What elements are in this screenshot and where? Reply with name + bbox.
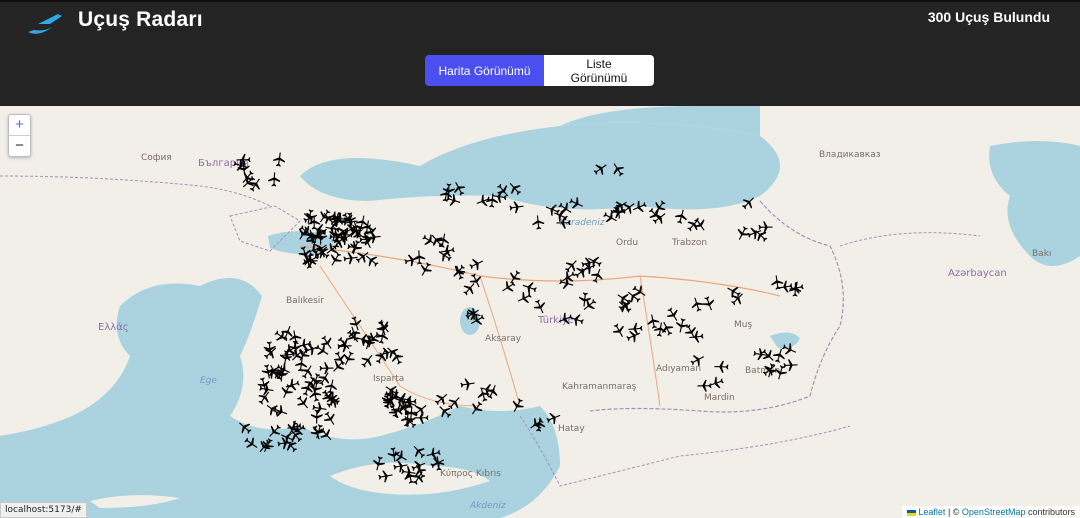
- airplane-icon[interactable]: [650, 320, 671, 341]
- view-toggle: Harita Görünümü Liste Görünümü: [425, 55, 654, 86]
- airplane-icon[interactable]: [786, 281, 805, 300]
- airplane-icon[interactable]: [685, 348, 709, 372]
- airplane-icon[interactable]: [767, 273, 787, 293]
- airplane-icon[interactable]: [432, 230, 453, 251]
- airplane-icon[interactable]: [735, 190, 760, 215]
- plane-swoosh-icon: [28, 14, 62, 34]
- list-view-button[interactable]: Liste Görünümü: [544, 55, 654, 86]
- airplane-icon[interactable]: [265, 171, 284, 190]
- airplane-icon[interactable]: [274, 433, 294, 453]
- leaflet-link[interactable]: Leaflet: [918, 507, 945, 517]
- zoom-control: + −: [8, 114, 31, 157]
- airplane-icon[interactable]: [506, 393, 530, 417]
- osm-link[interactable]: OpenStreetMap: [962, 507, 1026, 517]
- airplane-icon[interactable]: [234, 158, 255, 179]
- map-view-button[interactable]: Harita Görünümü: [425, 55, 544, 86]
- airplane-icon[interactable]: [457, 374, 478, 395]
- attribution-separator: | ©: [945, 507, 962, 517]
- app-header: Uçuş Radarı 300 Uçuş Bulundu Harita Görü…: [0, 0, 1080, 106]
- airplane-icon[interactable]: [750, 344, 770, 364]
- flight-markers: [0, 106, 1080, 518]
- attribution-suffix: contributors: [1025, 507, 1075, 517]
- zoom-in-button[interactable]: +: [9, 115, 30, 136]
- flight-count: 300 Uçuş Bulundu: [927, 9, 1050, 25]
- airplane-icon[interactable]: [687, 327, 707, 347]
- status-bar-url: localhost:5173/#: [0, 502, 87, 518]
- flight-map[interactable]: Türkiye Karadeniz Akdeniz Ege Κύπρος Kıb…: [0, 106, 1080, 518]
- app-title: Uçuş Radarı: [78, 8, 203, 31]
- map-attribution: Leaflet | © OpenStreetMap contributors: [902, 506, 1080, 518]
- airplane-icon[interactable]: [506, 197, 526, 217]
- airplane-icon[interactable]: [384, 444, 404, 464]
- airplane-icon[interactable]: [555, 214, 573, 232]
- airplane-icon[interactable]: [269, 150, 289, 170]
- airplane-icon[interactable]: [463, 304, 484, 325]
- airplane-icon[interactable]: [587, 156, 612, 181]
- zoom-out-button[interactable]: −: [9, 136, 30, 156]
- airplane-icon[interactable]: [696, 377, 714, 395]
- ukraine-flag-icon: [907, 509, 917, 516]
